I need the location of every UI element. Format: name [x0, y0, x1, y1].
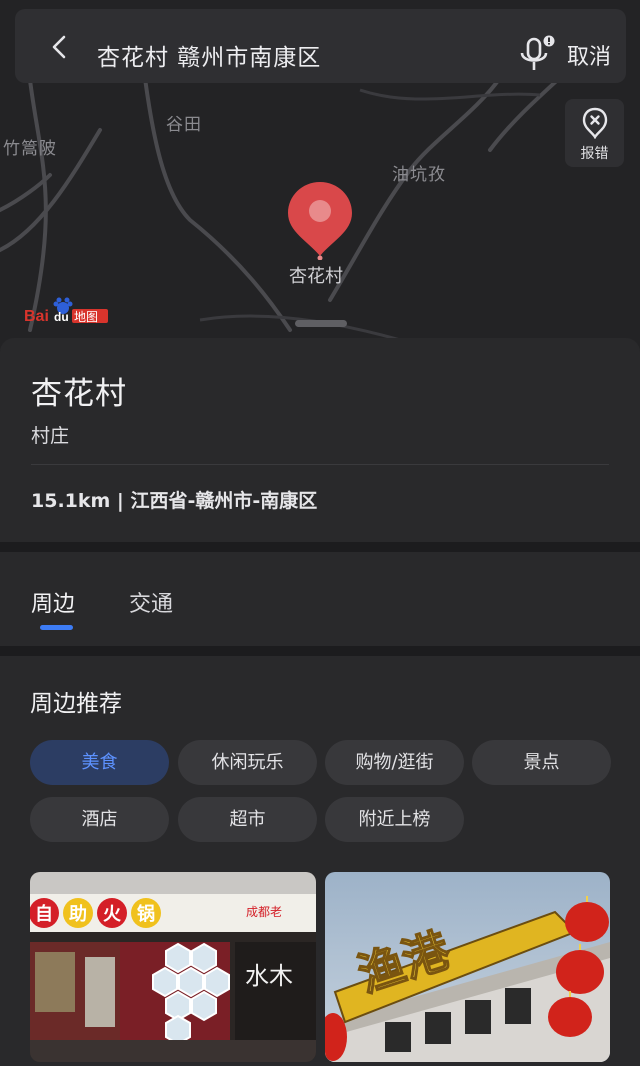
photo-fishing-restaurant[interactable]: 渔港	[325, 872, 610, 1062]
location-pin-icon[interactable]	[287, 180, 353, 260]
poi-distance-address: 15.1km | 江西省-赣州市-南康区	[31, 486, 317, 513]
search-query[interactable]: 杏花村 赣州市南康区	[97, 38, 321, 72]
nearby-recommend-section: 周边推荐 美食 休闲玩乐 购物/逛街 景点 酒店 超市 附近上榜 自助火锅 成都…	[0, 656, 640, 1066]
tab-nearby[interactable]: 周边	[31, 586, 75, 618]
category-chip-food[interactable]: 美食	[30, 740, 169, 785]
back-arrow-icon[interactable]	[48, 35, 72, 59]
poi-name: 杏花村	[31, 376, 127, 412]
poi-info-card: 杏花村 村庄 15.1km | 江西省-赣州市-南康区	[0, 338, 640, 542]
baidu-map-logo: Bai du 地图	[24, 297, 108, 324]
sign-subtext: 成都老	[246, 905, 282, 919]
category-chip-shopping[interactable]: 购物/逛街	[325, 740, 464, 785]
tab-active-indicator	[40, 625, 73, 630]
poi-distance: 15.1km	[31, 490, 111, 512]
category-chip-scenic[interactable]: 景点	[472, 740, 611, 785]
map-view[interactable]: 谷田 竹篙陂 油坑孜 杏花村 Bai du 地图 杏花村 赣州市南康区 取消 报…	[0, 0, 640, 350]
report-error-button[interactable]: 报错	[565, 99, 624, 167]
report-error-label: 报错	[580, 146, 609, 162]
category-chip-leisure[interactable]: 休闲玩乐	[178, 740, 317, 785]
divider	[31, 464, 609, 465]
tab-bar: 周边 交通	[0, 552, 640, 646]
poi-separator: |	[110, 490, 131, 512]
search-bar[interactable]: 杏花村 赣州市南康区 取消	[15, 9, 626, 83]
restaurant-photo-image: 自助火锅 成都老 水木	[30, 872, 316, 1062]
poi-address-text: 江西省-赣州市-南康区	[130, 490, 318, 512]
restaurant-sign-photo-image: 渔港	[325, 872, 610, 1062]
svg-text:地图: 地图	[74, 310, 98, 324]
poi-type: 村庄	[31, 425, 70, 447]
drag-handle[interactable]	[295, 320, 347, 327]
place-label-zhugaopi: 竹篙陂	[3, 139, 57, 159]
place-label-gutian: 谷田	[166, 115, 202, 135]
section-title: 周边推荐	[30, 691, 122, 717]
svg-text:Bai: Bai	[24, 308, 49, 324]
svg-text:du: du	[54, 310, 69, 324]
pin-label: 杏花村	[289, 266, 343, 287]
microphone-icon[interactable]	[519, 35, 555, 75]
wall-text: 水木	[245, 962, 293, 990]
report-pin-icon	[582, 107, 608, 139]
category-chip-hotel[interactable]: 酒店	[30, 797, 169, 842]
photo-hotpot-restaurant[interactable]: 自助火锅 成都老 水木	[30, 872, 316, 1062]
tab-transit[interactable]: 交通	[129, 586, 173, 618]
category-chip-supermarket[interactable]: 超市	[178, 797, 317, 842]
category-chip-ranking[interactable]: 附近上榜	[325, 797, 464, 842]
place-label-youkengzi: 油坑孜	[392, 165, 446, 185]
cancel-button[interactable]: 取消	[567, 39, 611, 71]
sign-text: 自助火锅	[35, 903, 171, 925]
